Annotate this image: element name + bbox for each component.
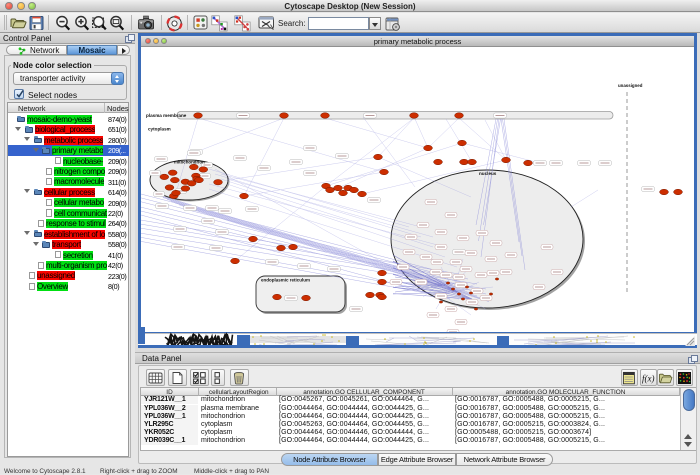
svg-text:f(x): f(x) <box>642 374 655 384</box>
svg-text:endoplasmic reticulum: endoplasmic reticulum <box>261 278 310 283</box>
svg-text:unassigned: unassigned <box>618 83 643 88</box>
svg-text:cytoplasm: cytoplasm <box>148 127 171 132</box>
svg-text:nucleus: nucleus <box>479 171 497 176</box>
svg-text:plasma membrane: plasma membrane <box>146 113 187 118</box>
svg-text:mitochondrion: mitochondrion <box>174 160 205 165</box>
